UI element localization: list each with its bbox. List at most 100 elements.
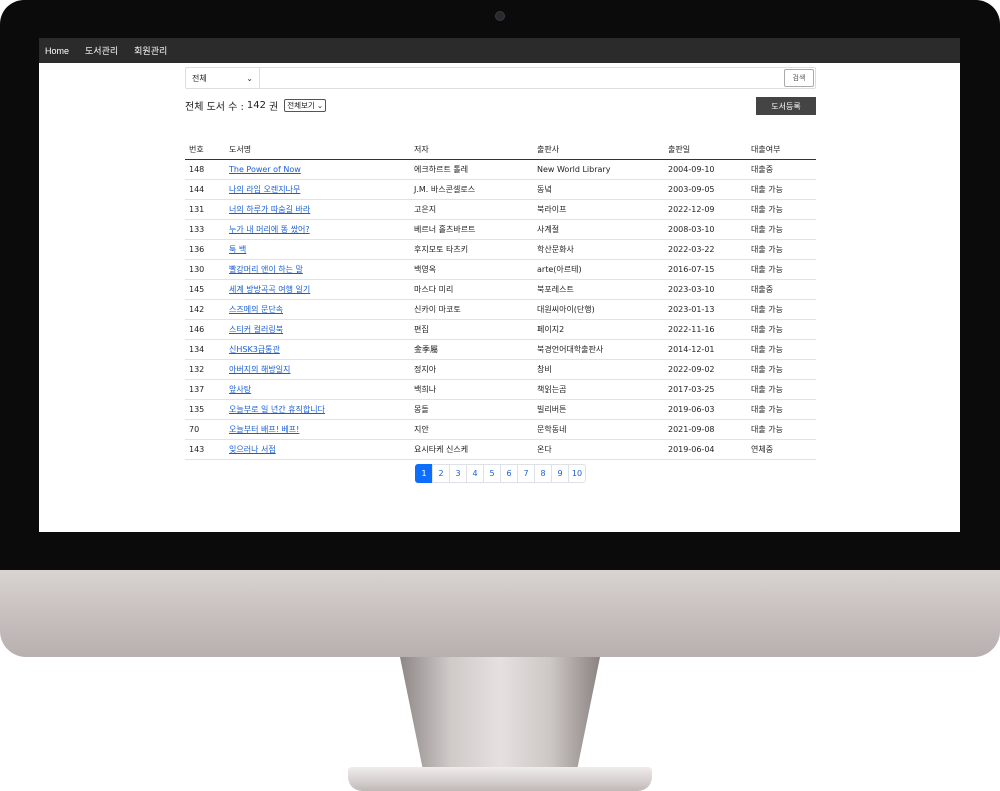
- register-book-button[interactable]: 도서등록: [756, 97, 816, 115]
- cell-publisher: 온다: [533, 439, 664, 460]
- cell-title: 오늘부터 배프! 베프!: [225, 419, 410, 440]
- cell-publisher: 학산문화사: [533, 239, 664, 260]
- cell-author: 지안: [410, 419, 533, 440]
- cell-title: 빨강머리 앤이 하는 말: [225, 259, 410, 280]
- book-title-link[interactable]: 너의 하루가 따숨길 바라: [229, 205, 310, 214]
- chevron-down-icon: ⌄: [316, 101, 324, 110]
- cell-loan-status: 대출 가능: [747, 259, 816, 280]
- category-select-value: 전체: [192, 73, 207, 83]
- book-title-link[interactable]: 오늘부로 일 년간 휴직합니다: [229, 405, 325, 414]
- cell-number: 131: [185, 199, 225, 220]
- cell-loan-status: 대출 가능: [747, 299, 816, 320]
- cell-author: 몽돌: [410, 399, 533, 420]
- book-title-link[interactable]: 잊으러나 서점: [229, 445, 276, 454]
- nav-book-management[interactable]: 도서관리: [85, 44, 118, 57]
- book-title-link[interactable]: 세계 방방곡곡 여행 일기: [229, 285, 310, 294]
- book-title-link[interactable]: 스즈메의 문단속: [229, 305, 283, 314]
- view-filter-select[interactable]: 전체보기 ⌄: [284, 99, 327, 112]
- table-row: 131 너의 하루가 따숨길 바라 고은지 북라이프 2022-12-09 대출 가능: [185, 199, 816, 220]
- cell-title: 아버지의 해방일지: [225, 359, 410, 380]
- search-button[interactable]: 검색: [784, 69, 814, 87]
- book-title-link[interactable]: 누가 내 머리에 똥 쌌어?: [229, 225, 310, 234]
- cell-loan-status: 대출 가능: [747, 339, 816, 360]
- screen: Home 도서관리 회원관리 전체 ⌄ 검색 전체 도서 수 : 142 권 전…: [39, 38, 960, 532]
- header-publish-date: 출판일: [664, 140, 747, 160]
- table-row: 144 나의 라임 오렌지나무 J.M. 바스콘셀로스 동녘 2003-09-05 대출 …: [185, 179, 816, 200]
- cell-number: 136: [185, 239, 225, 260]
- cell-title: 세계 방방곡곡 여행 일기: [225, 279, 410, 300]
- total-count-value: 142: [246, 100, 266, 111]
- page-link-5[interactable]: 5: [483, 464, 501, 483]
- cell-title: 잊으러나 서점: [225, 439, 410, 460]
- table-row: 145 세계 방방곡곡 여행 일기 마스다 미리 북포레스트 2023-03-10 대출중: [185, 279, 816, 300]
- table-row: 142 스즈메의 문단속 신카이 마코토 대원씨아이(단행) 2023-01-13 대출 …: [185, 299, 816, 320]
- cell-loan-status: 대출 가능: [747, 239, 816, 260]
- header-loan-status: 대출여부: [747, 140, 816, 160]
- search-bar: 전체 ⌄ 검색: [185, 67, 816, 89]
- cell-author: 백영옥: [410, 259, 533, 280]
- cell-publisher: 페이지2: [533, 319, 664, 340]
- cell-publish-date: 2014-12-01: [664, 339, 747, 360]
- page-link-6[interactable]: 6: [500, 464, 518, 483]
- book-title-link[interactable]: 앞사탕: [229, 385, 251, 394]
- cell-loan-status: 대출 가능: [747, 359, 816, 380]
- table-row: 134 신HSK3급통관 金季屬 북경언어대학출판사 2014-12-01 대출 가능: [185, 339, 816, 360]
- cell-publish-date: 2022-12-09: [664, 199, 747, 220]
- cell-title: 스티커 컬러링북: [225, 319, 410, 340]
- cell-number: 133: [185, 219, 225, 240]
- table-row: 146 스티커 컬러링북 편집 페이지2 2022-11-16 대출 가능: [185, 319, 816, 340]
- page-link-7[interactable]: 7: [517, 464, 535, 483]
- cell-author: J.M. 바스콘셀로스: [410, 179, 533, 200]
- cell-number: 146: [185, 319, 225, 340]
- cell-number: 144: [185, 179, 225, 200]
- page-link-2[interactable]: 2: [432, 464, 450, 483]
- page-link-10[interactable]: 10: [568, 464, 586, 483]
- cell-author: 백희나: [410, 379, 533, 400]
- book-title-link[interactable]: 나의 라임 오렌지나무: [229, 185, 300, 194]
- cell-loan-status: 대출 가능: [747, 219, 816, 240]
- cell-number: 135: [185, 399, 225, 420]
- cell-publisher: 책읽는곰: [533, 379, 664, 400]
- nav-home[interactable]: Home: [45, 46, 69, 56]
- book-title-link[interactable]: 빨강머리 앤이 하는 말: [229, 265, 303, 274]
- view-filter-value: 전체보기: [287, 101, 315, 110]
- cell-author: 정지아: [410, 359, 533, 380]
- book-title-link[interactable]: 아버지의 해방일지: [229, 365, 290, 374]
- cell-number: 148: [185, 159, 225, 180]
- header-author: 저자: [410, 140, 533, 160]
- cell-title: 스즈메의 문단속: [225, 299, 410, 320]
- cell-number: 142: [185, 299, 225, 320]
- book-title-link[interactable]: 스티커 컬러링북: [229, 325, 283, 334]
- cell-loan-status: 연체중: [747, 439, 816, 460]
- table-row: 132 아버지의 해방일지 정지아 창비 2022-09-02 대출 가능: [185, 359, 816, 380]
- cell-title: 앞사탕: [225, 379, 410, 400]
- book-title-link[interactable]: 툭 백: [229, 245, 246, 254]
- cell-publish-date: 2022-03-22: [664, 239, 747, 260]
- cell-publisher: 문학동네: [533, 419, 664, 440]
- cell-publish-date: 2017-03-25: [664, 379, 747, 400]
- table-row: 143 잊으러나 서점 요시타케 신스케 온다 2019-06-04 연체중: [185, 439, 816, 460]
- page-link-8[interactable]: 8: [534, 464, 552, 483]
- book-title-link[interactable]: 신HSK3급통관: [229, 345, 280, 354]
- cell-author: 고은지: [410, 199, 533, 220]
- book-title-link[interactable]: 오늘부터 배프! 베프!: [229, 425, 299, 434]
- page-link-3[interactable]: 3: [449, 464, 467, 483]
- page-link-1[interactable]: 1: [415, 464, 433, 483]
- cell-loan-status: 대출 가능: [747, 419, 816, 440]
- cell-number: 134: [185, 339, 225, 360]
- cell-publish-date: 2003-09-05: [664, 179, 747, 200]
- category-select[interactable]: 전체 ⌄: [186, 68, 260, 88]
- page-link-4[interactable]: 4: [466, 464, 484, 483]
- cell-loan-status: 대출 가능: [747, 179, 816, 200]
- cell-number: 145: [185, 279, 225, 300]
- monitor-chin: [0, 570, 1000, 657]
- search-input[interactable]: [260, 68, 783, 88]
- cell-title: 신HSK3급통관: [225, 339, 410, 360]
- page-link-9[interactable]: 9: [551, 464, 569, 483]
- cell-author: 요시타케 신스케: [410, 439, 533, 460]
- nav-member-management[interactable]: 회원관리: [134, 44, 167, 57]
- cell-publisher: 빌리버튼: [533, 399, 664, 420]
- book-title-link[interactable]: The Power of Now: [229, 165, 301, 174]
- cell-publish-date: 2016-07-15: [664, 259, 747, 280]
- cell-title: 너의 하루가 따숨길 바라: [225, 199, 410, 220]
